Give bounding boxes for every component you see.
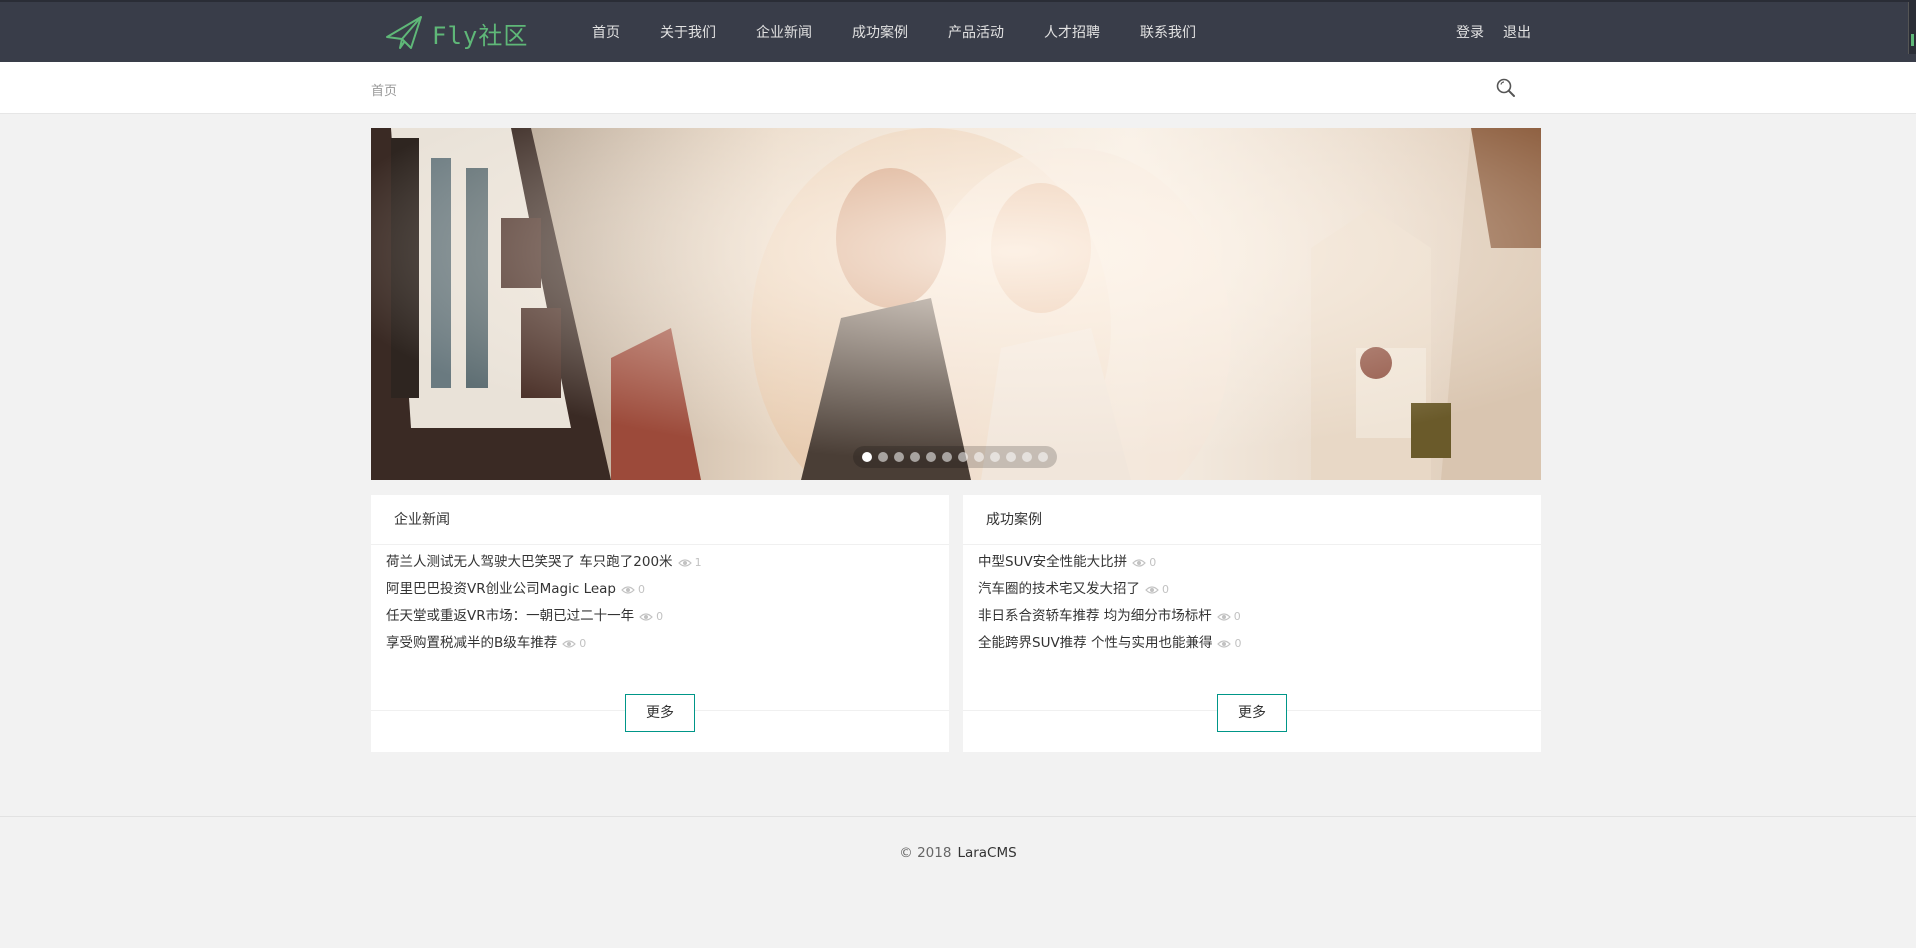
top-header: Fly社区 首页 关于我们 企业新闻 成功案例 产品活动 人才招聘 联系我们 登… xyxy=(0,0,1916,62)
copyright: © 2018 LaraCMS xyxy=(0,845,1916,861)
carousel-dot[interactable] xyxy=(1038,452,1048,462)
news-link[interactable]: 任天堂或重返VR市场：一朝已过二十一年 xyxy=(386,603,634,630)
view-count-value: 0 xyxy=(1233,610,1241,623)
footer-brand-link[interactable]: LaraCMS xyxy=(957,845,1016,861)
eye-icon xyxy=(1145,585,1159,594)
view-count-value: 0 xyxy=(579,637,587,650)
carousel-dot[interactable] xyxy=(990,452,1000,462)
carousel-dot[interactable] xyxy=(974,452,984,462)
login-link[interactable]: 登录 xyxy=(1456,2,1484,64)
view-count-value: 0 xyxy=(656,610,664,623)
copyright-year: © 2018 xyxy=(899,845,952,861)
nav-item-contact[interactable]: 联系我们 xyxy=(1120,2,1216,64)
view-count: 0 xyxy=(562,630,586,657)
scrollbar-thumb[interactable] xyxy=(1911,34,1914,46)
site-logo[interactable]: Fly社区 xyxy=(384,14,528,52)
footer: © 2018 LaraCMS xyxy=(0,816,1916,948)
logo-text: Fly社区 xyxy=(432,21,529,50)
user-links: 登录 退出 xyxy=(1437,2,1531,64)
carousel-dot[interactable] xyxy=(1006,452,1016,462)
news-link[interactable]: 荷兰人测试无人驾驶大巴笑哭了 车只跑了200米 xyxy=(386,549,673,576)
view-count: 0 xyxy=(1217,630,1241,657)
case-link[interactable]: 全能跨界SUV推荐 个性与实用也能兼得 xyxy=(978,630,1212,657)
view-count-value: 0 xyxy=(1162,583,1169,596)
logout-link[interactable]: 退出 xyxy=(1503,2,1531,64)
case-link[interactable]: 中型SUV安全性能大比拼 xyxy=(978,549,1127,576)
eye-icon xyxy=(562,639,577,648)
list-item: 非日系合资轿车推荐 均为细分市场标杆 0 xyxy=(978,603,1526,630)
view-count: 0 xyxy=(1145,576,1169,603)
carousel-dot[interactable] xyxy=(910,452,920,462)
panel-title: 成功案例 xyxy=(963,495,1541,545)
nav-item-home[interactable]: 首页 xyxy=(572,2,640,64)
banner-image xyxy=(371,128,1541,480)
carousel-dot[interactable] xyxy=(862,452,872,462)
nav-item-jobs[interactable]: 人才招聘 xyxy=(1024,2,1120,64)
view-count-value: 0 xyxy=(1149,556,1157,569)
carousel-indicators xyxy=(853,446,1057,468)
list-item: 荷兰人测试无人驾驶大巴笑哭了 车只跑了200米 1 xyxy=(386,549,934,576)
view-count-value: 0 xyxy=(1234,637,1242,650)
eye-icon xyxy=(1217,639,1232,648)
view-count: 1 xyxy=(677,549,702,576)
view-count: 0 xyxy=(1132,549,1156,576)
list-item: 全能跨界SUV推荐 个性与实用也能兼得 0 xyxy=(978,630,1526,657)
view-count: 0 xyxy=(1216,603,1241,630)
carousel-dot[interactable] xyxy=(1022,452,1032,462)
case-link[interactable]: 汽车圈的技术宅又发大招了 xyxy=(978,576,1140,603)
news-panel: 企业新闻 荷兰人测试无人驾驶大巴笑哭了 车只跑了200米 1 阿里巴巴投资VR创… xyxy=(371,495,949,752)
nav-item-products[interactable]: 产品活动 xyxy=(928,2,1024,64)
carousel-dot[interactable] xyxy=(958,452,968,462)
carousel-dot[interactable] xyxy=(878,452,888,462)
news-link[interactable]: 享受购置税减半的B级车推荐 xyxy=(386,630,557,657)
search-button[interactable] xyxy=(1495,77,1517,99)
eye-icon xyxy=(1216,612,1231,621)
carousel-dot[interactable] xyxy=(894,452,904,462)
more-cases-button[interactable]: 更多 xyxy=(1217,694,1287,732)
news-link[interactable]: 阿里巴巴投资VR创业公司Magic Leap xyxy=(386,576,616,603)
search-icon xyxy=(1496,78,1515,97)
list-item: 汽车圈的技术宅又发大招了 0 xyxy=(978,576,1526,603)
scrollbar[interactable] xyxy=(1908,2,1916,54)
eye-icon xyxy=(639,612,653,621)
nav-item-cases[interactable]: 成功案例 xyxy=(832,2,928,64)
more-news-button[interactable]: 更多 xyxy=(625,694,695,732)
list-item: 任天堂或重返VR市场：一朝已过二十一年 0 xyxy=(386,603,934,630)
cases-panel: 成功案例 中型SUV安全性能大比拼 0 汽车圈的技术宅又发大招了 0 非日系合资… xyxy=(963,495,1541,752)
list-item: 中型SUV安全性能大比拼 0 xyxy=(978,549,1526,576)
nav-item-about[interactable]: 关于我们 xyxy=(640,2,736,64)
view-count-value: 0 xyxy=(638,583,646,596)
view-count-value: 1 xyxy=(694,556,702,569)
view-count: 0 xyxy=(639,603,663,630)
news-list: 荷兰人测试无人驾驶大巴笑哭了 车只跑了200米 1 阿里巴巴投资VR创业公司Ma… xyxy=(371,545,949,711)
breadcrumb[interactable]: 首页 xyxy=(371,80,397,99)
case-link[interactable]: 非日系合资轿车推荐 均为细分市场标杆 xyxy=(978,603,1212,630)
sub-bar: 首页 xyxy=(0,62,1916,114)
list-item: 阿里巴巴投资VR创业公司Magic Leap 0 xyxy=(386,576,934,603)
carousel-dot[interactable] xyxy=(926,452,936,462)
cases-list: 中型SUV安全性能大比拼 0 汽车圈的技术宅又发大招了 0 非日系合资轿车推荐 … xyxy=(963,545,1541,711)
paper-plane-icon xyxy=(386,16,422,49)
view-count: 0 xyxy=(621,576,645,603)
main-nav: 首页 关于我们 企业新闻 成功案例 产品活动 人才招聘 联系我们 xyxy=(572,2,1216,64)
list-item: 享受购置税减半的B级车推荐 0 xyxy=(386,630,934,657)
banner-carousel[interactable] xyxy=(371,128,1541,480)
eye-icon xyxy=(677,558,692,567)
eye-icon xyxy=(621,585,635,594)
eye-icon xyxy=(1132,558,1147,567)
nav-item-news[interactable]: 企业新闻 xyxy=(736,2,832,64)
panel-title: 企业新闻 xyxy=(371,495,949,545)
carousel-dot[interactable] xyxy=(942,452,952,462)
